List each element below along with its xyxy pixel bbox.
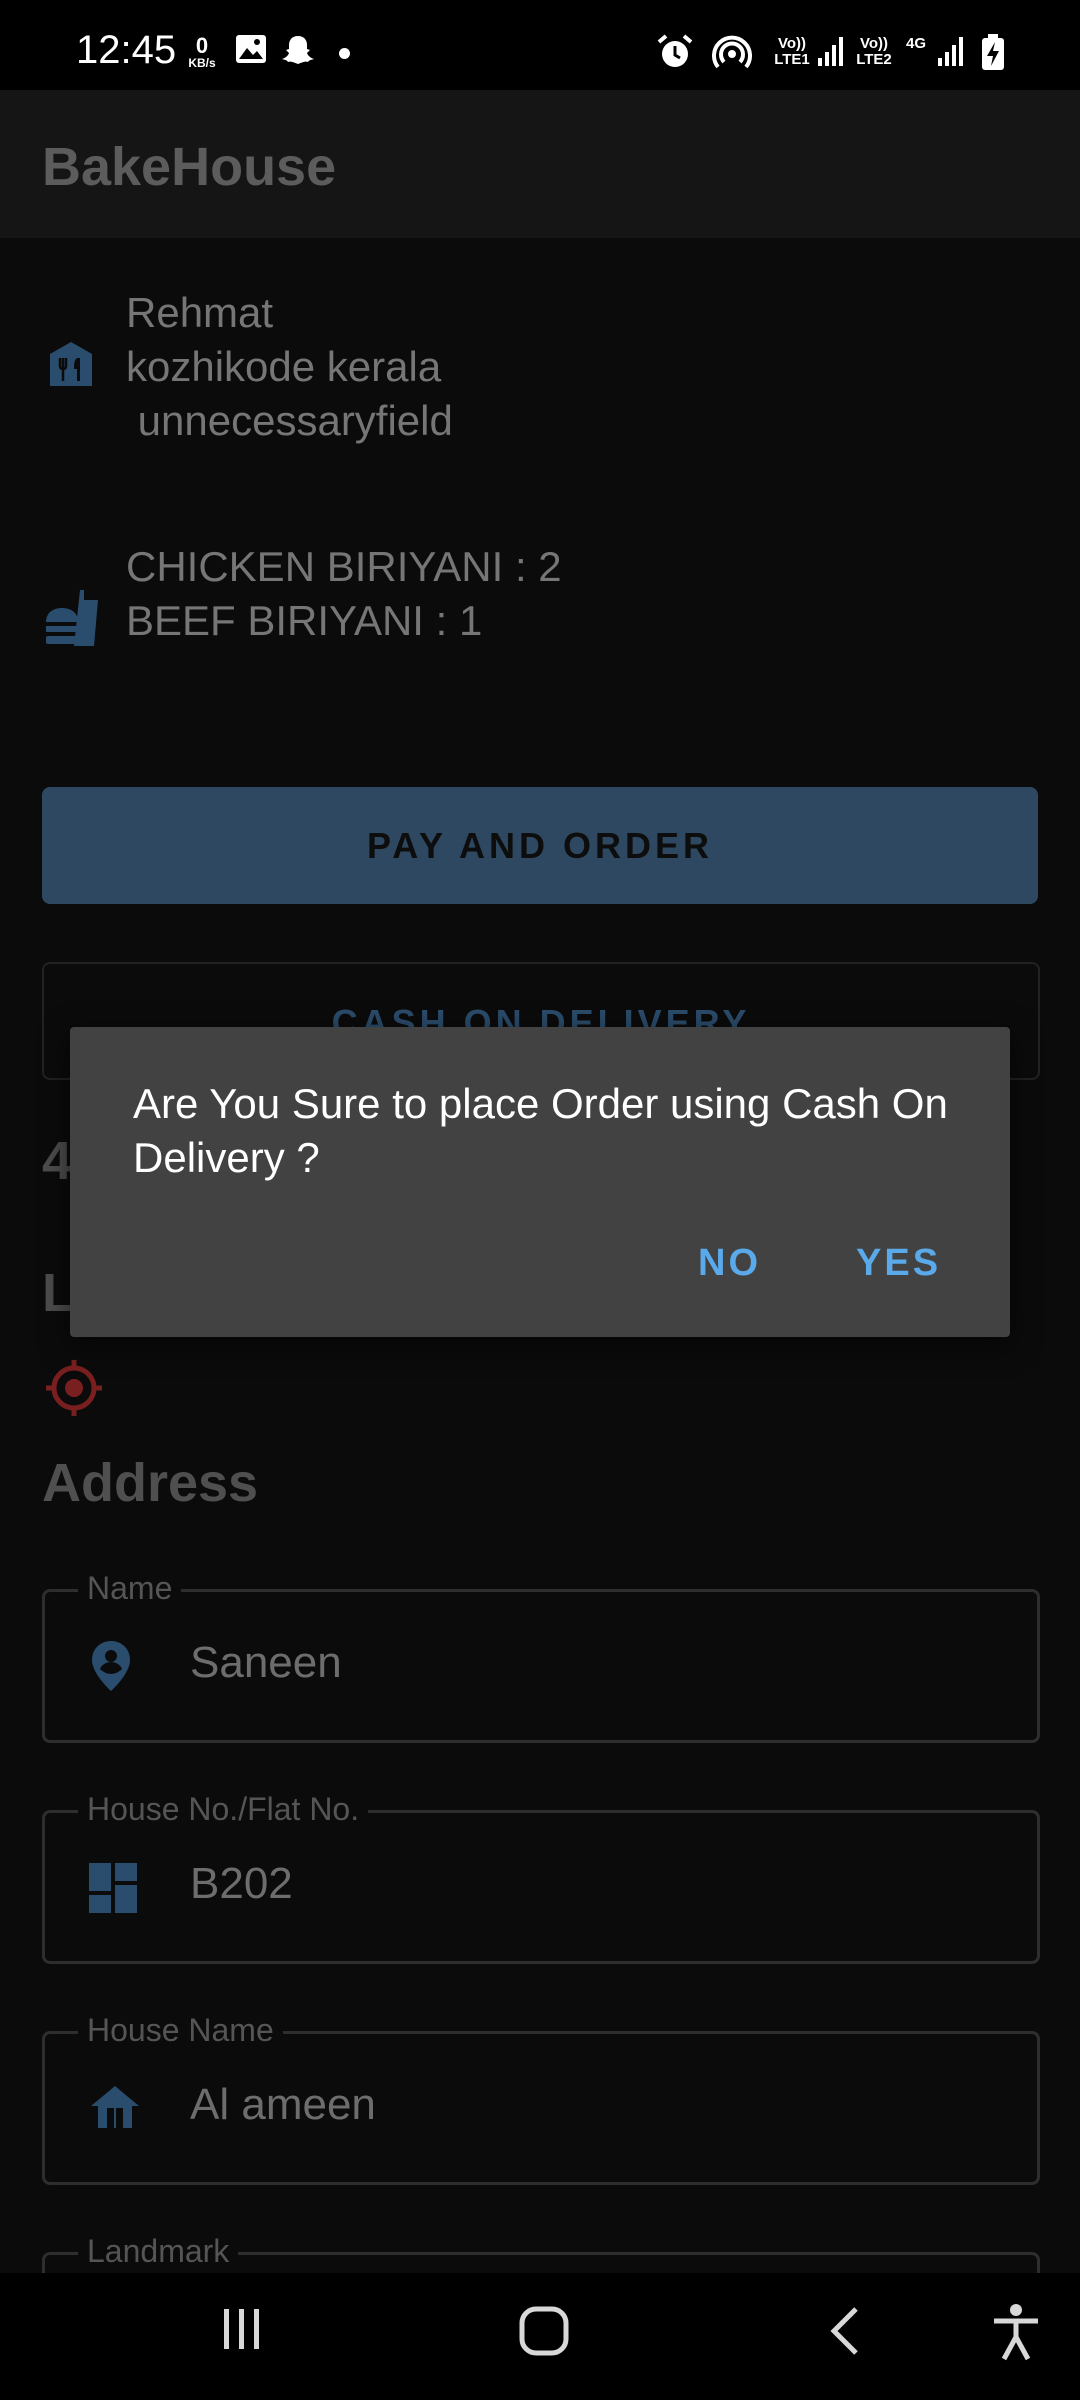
restaurant-name: Rehmat xyxy=(126,289,274,336)
sim2-label: Vo)) LTE2 xyxy=(856,35,892,68)
landmark-field-label: Landmark xyxy=(78,2233,239,2269)
home-button-icon[interactable] xyxy=(518,2305,570,2357)
gallery-icon xyxy=(236,35,266,63)
order-item: BEEF BIRIYANI : 1 xyxy=(126,597,483,644)
name-field-value: Saneen xyxy=(190,1638,342,1687)
signal-sim1-icon xyxy=(818,37,843,66)
battery-charging-icon xyxy=(982,34,1004,70)
restaurant-extra: unnecessaryfield xyxy=(126,397,453,444)
alarm-icon xyxy=(657,34,693,67)
house-name-field-value: Al ameen xyxy=(190,2080,376,2129)
home-icon xyxy=(91,2086,139,2128)
order-item: CHICKEN BIRIYANI : 2 xyxy=(126,543,562,590)
back-icon[interactable] xyxy=(826,2305,862,2357)
snapchat-icon xyxy=(282,36,314,64)
pay-and-order-label: PAY AND ORDER xyxy=(366,824,714,866)
person-pin-icon xyxy=(92,1641,130,1691)
house-name-field-label: House Name xyxy=(78,2012,283,2048)
signal-sim2-icon xyxy=(938,37,963,66)
net-speed-unit: KB/s xyxy=(188,56,216,70)
status-time: 12:45 xyxy=(76,28,177,72)
hotspot-icon xyxy=(712,35,752,69)
dialog-message: Are You Sure to place Order using Cash O… xyxy=(133,1080,948,1181)
order-amount-partial: 4 xyxy=(42,1131,73,1191)
address-title: Address xyxy=(42,1453,259,1513)
net-speed-value: 0 xyxy=(195,33,209,58)
pay-and-order-button[interactable]: PAY AND ORDER xyxy=(42,787,1038,904)
sim1-label: Vo)) LTE1 xyxy=(774,35,810,68)
my-location-icon[interactable] xyxy=(44,1358,104,1418)
network-type: 4G xyxy=(905,35,926,52)
app-title: BakeHouse xyxy=(42,137,337,197)
house-name-field[interactable]: House Name Al ameen xyxy=(42,2012,1040,2185)
accessibility-icon[interactable] xyxy=(990,2303,1042,2361)
confirm-dialog: Are You Sure to place Order using Cash O… xyxy=(70,1027,1010,1337)
notification-dot xyxy=(339,48,350,59)
restaurant-location: kozhikode kerala xyxy=(126,343,442,390)
navigation-bar xyxy=(0,2273,1080,2400)
yes-button[interactable]: YES xyxy=(856,1242,941,1285)
house-number-field-value: B202 xyxy=(190,1859,293,1908)
status-bar: 12:45 0 KB/s Vo)) LTE1 Vo)) LTE2 4G xyxy=(0,0,1080,90)
restaurant-icon xyxy=(50,342,92,386)
name-field-label: Name xyxy=(78,1570,182,1606)
dashboard-icon xyxy=(89,1863,137,1913)
no-button[interactable]: NO xyxy=(698,1242,761,1285)
net-speed: 0 KB/s xyxy=(184,33,220,71)
fastfood-icon xyxy=(46,590,98,646)
recent-apps-icon[interactable] xyxy=(218,2305,266,2353)
house-number-field[interactable]: House No./Flat No. B202 xyxy=(42,1791,1040,1964)
house-number-field-label: House No./Flat No. xyxy=(78,1791,369,1827)
name-field[interactable]: Name Saneen xyxy=(42,1570,1040,1743)
